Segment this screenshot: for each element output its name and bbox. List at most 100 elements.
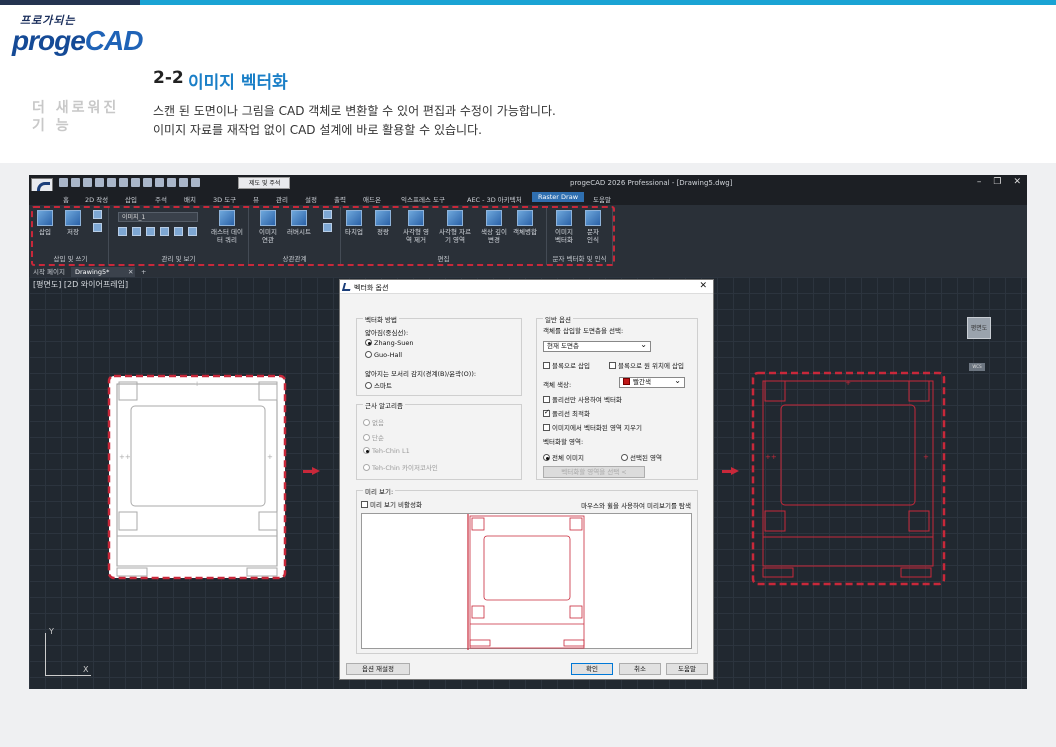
- undo-icon[interactable]: [107, 178, 116, 187]
- save-icon[interactable]: [83, 178, 92, 187]
- menu-addon[interactable]: 애드온: [363, 194, 381, 204]
- radio-indicator[interactable]: [543, 454, 550, 461]
- document-tabs: 시작 페이지 Drawing5* ✕ +: [29, 267, 1027, 277]
- radio-indicator[interactable]: [363, 434, 370, 441]
- color-select[interactable]: 빨간색: [619, 376, 685, 388]
- menu-aec[interactable]: AEC - 3D 아키텍처: [467, 194, 522, 204]
- print-preview-icon[interactable]: [131, 178, 140, 187]
- checkbox-indicator[interactable]: [543, 362, 550, 369]
- menu-layout[interactable]: 배치: [184, 194, 196, 204]
- dialog-app-icon: [341, 283, 353, 291]
- section-title: 이미지 벡터화: [188, 73, 288, 93]
- preview-pane[interactable]: [361, 513, 692, 650]
- radio-area-selected[interactable]: 선택된 영역: [621, 452, 662, 462]
- radio-approx-none[interactable]: 없음: [363, 417, 384, 427]
- radio-approx-simple[interactable]: 단순: [363, 432, 384, 442]
- thinning-label: 얇아짐(중심선):: [365, 329, 409, 337]
- maximize-button[interactable]: ❐: [993, 177, 1001, 187]
- ucs-y-label: Y: [49, 627, 54, 636]
- menu-view[interactable]: 뷰: [253, 194, 259, 204]
- dialog-close-button[interactable]: ✕: [699, 281, 707, 291]
- radio-zhang-suen[interactable]: Zhang-Suen: [365, 339, 414, 347]
- checkbox-disable-preview[interactable]: 미리 보기 비활성화: [361, 499, 422, 509]
- ucs-x-axis: [45, 675, 91, 676]
- title-bar: 제도 및 주석 progeCAD 2026 Professional - [Dr…: [29, 175, 1027, 191]
- menu-2d[interactable]: 2D 작성: [85, 194, 108, 204]
- radio-approx-tehchin-l1[interactable]: Teh-Chin L1: [363, 447, 410, 455]
- radio-indicator[interactable]: [363, 464, 370, 471]
- layers-icon[interactable]: [179, 178, 188, 187]
- menu-3d[interactable]: 3D 도구: [213, 194, 236, 204]
- menu-raster-draw[interactable]: Raster Draw: [532, 192, 585, 202]
- tab-add-button[interactable]: +: [137, 267, 150, 277]
- radio-indicator[interactable]: [365, 382, 372, 389]
- menu-home[interactable]: 홈: [63, 194, 69, 204]
- layer-select[interactable]: 현재 도면층: [543, 340, 651, 352]
- checkbox-erase-region[interactable]: 이미지에서 벡터화된 영역 지우기: [543, 422, 642, 432]
- raster-image-drawing[interactable]: + ++ +: [107, 374, 287, 580]
- menu-annotate[interactable]: 주석: [155, 194, 167, 204]
- menu-help[interactable]: 도움말: [593, 194, 611, 204]
- preview-hint: 마우스와 휠을 사용하여 미리보기를 탐색: [581, 502, 691, 510]
- open-icon[interactable]: [71, 178, 80, 187]
- help-icon[interactable]: [191, 178, 200, 187]
- arrow-right-icon: [303, 467, 321, 475]
- checkbox-indicator[interactable]: [543, 396, 550, 403]
- radio-label: Guo-Hall: [374, 351, 403, 359]
- menu-output[interactable]: 출력: [334, 194, 346, 204]
- radio-smart[interactable]: 스마트: [365, 380, 392, 390]
- checkbox-insert-block-orig[interactable]: 블록으로 원 위치에 삽입: [609, 360, 684, 370]
- help-button[interactable]: 도움말: [666, 663, 708, 675]
- wcs-badge[interactable]: WCS: [969, 363, 985, 371]
- vector-result-drawing[interactable]: + ++ +: [751, 371, 946, 586]
- ucs-y-axis: [45, 633, 46, 675]
- save-as-icon[interactable]: [95, 178, 104, 187]
- fieldset-approx: 근사 알고리즘 없음 단순 Teh-Chin L1 Teh-Chin 카이저코사…: [356, 400, 522, 480]
- menu-settings[interactable]: 설정: [305, 194, 317, 204]
- radio-indicator[interactable]: [621, 454, 628, 461]
- tab-close-icon[interactable]: ✕: [124, 267, 137, 277]
- preview-drawing: [467, 514, 585, 650]
- menu-insert[interactable]: 삽입: [125, 194, 137, 204]
- svg-text:+: +: [267, 453, 273, 461]
- radio-indicator[interactable]: [365, 339, 372, 346]
- cancel-button[interactable]: 취소: [619, 663, 661, 675]
- nav-cube[interactable]: 평면도: [967, 317, 991, 339]
- checkbox-polyline-optimize[interactable]: 폴리선 최적화: [543, 408, 590, 418]
- workspace-combo[interactable]: 제도 및 주석: [238, 177, 290, 189]
- close-button[interactable]: ✕: [1013, 177, 1021, 187]
- radio-approx-tehchin-kcos[interactable]: Teh-Chin 카이저코사인: [363, 462, 438, 472]
- minimize-button[interactable]: –: [977, 177, 982, 187]
- checkbox-indicator[interactable]: [543, 424, 550, 431]
- select-area-button[interactable]: 벡터화할 영역을 선택 <: [543, 466, 645, 478]
- brush-icon[interactable]: [167, 178, 176, 187]
- reset-options-button[interactable]: 옵션 재설정: [346, 663, 410, 675]
- redo-icon[interactable]: [119, 178, 128, 187]
- checkbox-insert-block[interactable]: 블록으로 삽입: [543, 360, 590, 370]
- menu-express[interactable]: 익스프레스 도구: [401, 194, 445, 204]
- calculator-icon[interactable]: [155, 178, 164, 187]
- checkbox-indicator[interactable]: [543, 408, 550, 417]
- ucs-x-label: X: [83, 665, 89, 674]
- vectorize-options-dialog: 벡터화 옵션 ✕ 벡터화 방법 얇아짐(중심선): Zhang-Suen Guo…: [339, 279, 714, 680]
- view-label[interactable]: [평면도] [2D 와이어프레임]: [33, 279, 128, 290]
- logo[interactable]: 프로가되는 progeCAD: [12, 12, 143, 55]
- tab-start-page[interactable]: 시작 페이지: [29, 267, 69, 277]
- checkbox-polyline-only[interactable]: 폴리선만 사용하여 벡터화: [543, 394, 622, 404]
- menu-manage[interactable]: 관리: [276, 194, 288, 204]
- checkbox-indicator[interactable]: [361, 501, 368, 508]
- radio-label: 선택된 영역: [630, 454, 662, 462]
- svg-text:+: +: [923, 453, 929, 461]
- radio-area-all[interactable]: 전체 이미지: [543, 452, 584, 462]
- radio-indicator[interactable]: [363, 419, 370, 426]
- print-icon[interactable]: [143, 178, 152, 187]
- new-icon[interactable]: [59, 178, 68, 187]
- radio-indicator[interactable]: [363, 447, 370, 454]
- top-bar-accent: [140, 0, 1056, 5]
- radio-guo-hall[interactable]: Guo-Hall: [365, 351, 402, 359]
- arrow-right-icon: [722, 467, 740, 475]
- svg-text:+: +: [845, 379, 851, 387]
- ok-button[interactable]: 확인: [571, 663, 613, 675]
- radio-indicator[interactable]: [365, 351, 372, 358]
- checkbox-indicator[interactable]: [609, 362, 616, 369]
